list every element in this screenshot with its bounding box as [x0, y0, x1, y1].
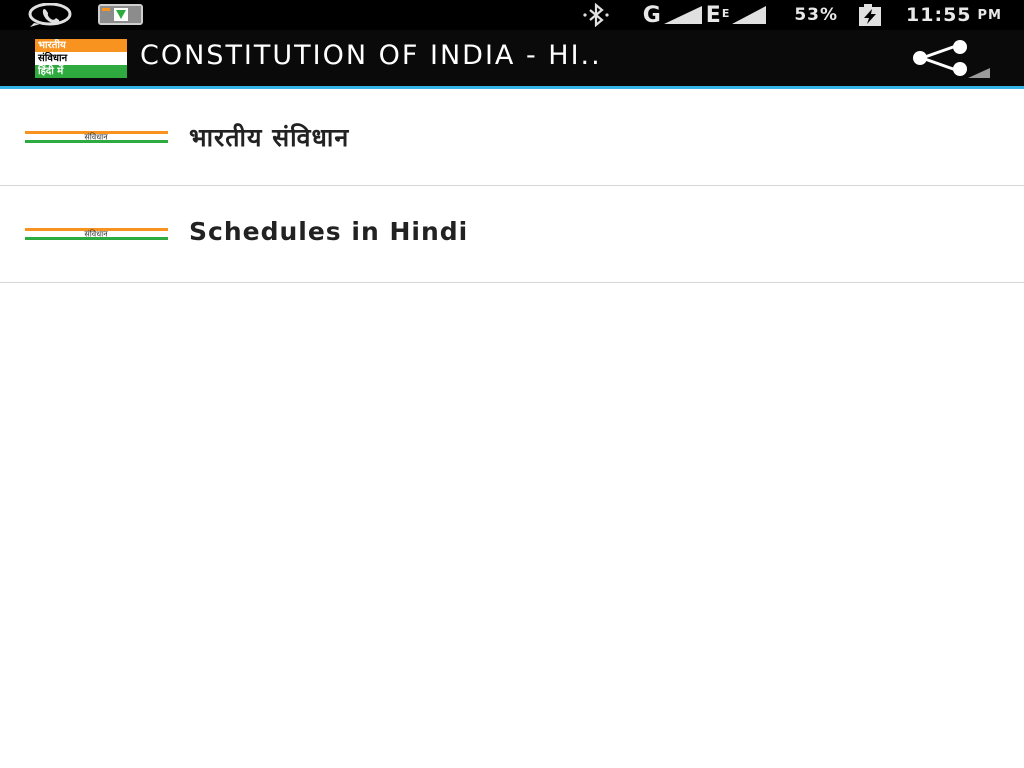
whatsapp-icon — [28, 2, 72, 27]
list-item-indian-constitution[interactable]: संविधान भारतीय संविधान — [0, 89, 1024, 186]
signal-strength-icon-2 — [732, 6, 767, 24]
battery-percent: 53% — [794, 5, 839, 25]
notification-icons — [28, 2, 143, 27]
page-title: CONSTITUTION OF INDIA - HI.. — [140, 40, 602, 71]
logo-line-3: हिंदी में — [35, 65, 127, 78]
logo-line-1: भारतीय — [35, 39, 127, 52]
edge-label: E — [705, 2, 722, 28]
flag-label: संविधान — [84, 229, 108, 239]
flag-label: संविधान — [84, 132, 108, 142]
tricolor-flag-icon: संविधान — [25, 228, 168, 240]
clock-suffix: PM — [977, 7, 1002, 23]
status-bar-notifications — [28, 2, 168, 27]
tricolor-flag-icon: संविधान — [25, 131, 168, 143]
battery-charging-icon — [856, 3, 886, 27]
signal-g: G — [643, 3, 706, 28]
list-item-label: Schedules in Hindi — [189, 217, 469, 246]
app-notification-icon — [98, 4, 143, 25]
edge-superscript: E — [721, 6, 731, 20]
status-bar: G E E 53% 11:55 PM — [0, 0, 1024, 30]
status-bar-system: G E E 53% 11:55 PM — [579, 0, 1002, 30]
share-button[interactable] — [904, 40, 992, 80]
share-icon — [913, 40, 990, 78]
signal-e: E E — [706, 3, 771, 28]
bluetooth-icon — [579, 3, 619, 27]
app-logo[interactable]: भारतीय संविधान हिंदी में — [35, 39, 127, 78]
network-type-label: G — [642, 2, 662, 28]
clock: 11:55 — [906, 4, 972, 26]
signal-strength-icon — [663, 6, 702, 24]
overflow-corner-indicator — [968, 68, 990, 78]
logo-line-2: संविधान — [35, 52, 127, 65]
list-item-schedules-hindi[interactable]: संविधान Schedules in Hindi — [0, 186, 1024, 283]
menu-list: संविधान भारतीय संविधान संविधान Schedules… — [0, 89, 1024, 283]
list-item-label: भारतीय संविधान — [189, 123, 350, 152]
